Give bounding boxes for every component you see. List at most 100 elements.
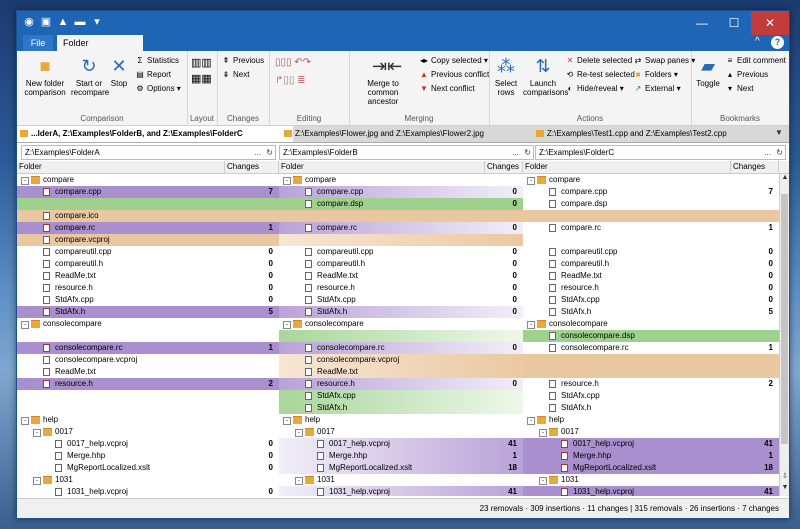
row-cell[interactable]: 0017_help.vcproj 0 [17,438,279,450]
row-cell[interactable]: consolecompare.rc 0 [279,342,523,354]
row-cell[interactable]: compare.cpp 0 [279,186,523,198]
next-bookmark-button[interactable]: ▾ Next [725,83,753,95]
next-change-button[interactable]: ⇟ Next [221,69,250,81]
swap-panes-button[interactable]: ⇄ Swap panes ▾ [633,55,696,67]
browse-b-button[interactable]: ... [512,146,519,159]
path-input-a[interactable]: Z:\Examples\FolderA ... ↻ [21,145,276,160]
row-cell[interactable]: - 0017 [279,426,523,438]
refresh-b-icon[interactable]: ↻ [524,146,531,159]
row-cell[interactable]: consolecompare.rc 1 [17,342,279,354]
options-button[interactable]: ⚙ Options ▾ [135,83,180,95]
browse-c-button[interactable]: ... [764,146,771,159]
table-row[interactable]: - 1031 - 1031 - 1031 [17,474,779,486]
table-row[interactable]: resource.h 0 resource.h 0 resource.h 0 [17,282,779,294]
collapse-toggle-icon[interactable]: - [539,477,547,485]
row-cell[interactable]: compare.cpp 7 [523,186,779,198]
vertical-scrollbar[interactable]: ▲ ⇩ ▼ [779,174,789,496]
row-cell[interactable]: - compare [523,174,779,186]
row-cell[interactable] [523,366,779,378]
row-cell[interactable]: 1031_help.vcproj 0 [17,486,279,496]
table-row[interactable]: MgReportLocalized.xslt 0 MgReportLocalized… [17,462,779,474]
table-row[interactable]: consolecompare.rc 1 consolecompare.rc 0 cons… [17,342,779,354]
collapse-toggle-icon[interactable]: - [33,429,41,437]
row-cell[interactable]: compareutil.h 0 [17,258,279,270]
table-row[interactable]: StdAfx.h StdAfx.h [17,402,779,414]
row-cell[interactable] [17,402,279,414]
table-row[interactable]: - help - help - help [17,414,779,426]
previous-change-button[interactable]: ⇞ Previous [221,55,264,67]
launch-comparisons-button[interactable]: ⇅ Launch comparisons [523,55,568,97]
minimize-button[interactable]: — [687,11,717,35]
table-row[interactable]: 1031_help.vcproj 0 1031_help.vcproj 41 1031_… [17,486,779,496]
row-cell[interactable]: 1031_help.vcproj 41 [523,486,779,496]
delete-selected-button[interactable]: ✕ Delete selected [565,55,633,67]
table-row[interactable]: - 0017 - 0017 - 0017 [17,426,779,438]
table-row[interactable]: - consolecompare - consolecompare - consoleco… [17,318,779,330]
row-cell[interactable]: StdAfx.h [523,402,779,414]
row-cell[interactable]: consolecompare.rc 1 [523,342,779,354]
row-cell[interactable]: resource.h 0 [279,378,523,390]
table-row[interactable]: compare.cpp 7 compare.cpp 0 compare.cpp 7 [17,186,779,198]
table-row[interactable]: consolecompare.vcproj consolecompare.vcpr… [17,354,779,366]
collapse-toggle-icon[interactable]: - [283,177,291,185]
col-changes-a[interactable]: Changes [225,161,279,173]
tab-folder-comparisons[interactable]: Folder comparisons [57,35,143,64]
row-cell[interactable]: compare.dsp 0 [279,198,523,210]
external-button[interactable]: ↗ External ▾ [633,83,681,95]
col-folder-b[interactable]: Folder [279,161,485,173]
row-cell[interactable]: consolecompare.vcproj [279,354,523,366]
row-cell[interactable]: consolecompare.vcproj [17,354,279,366]
row-cell[interactable]: compareutil.cpp 0 [279,246,523,258]
statistics-button[interactable]: Σ Statistics [135,55,180,67]
close-button[interactable]: ✕ [751,11,789,35]
table-row[interactable]: compare.vcproj [17,234,779,246]
row-cell[interactable]: 1031_help.vcproj 41 [279,486,523,496]
row-cell[interactable]: resource.h 0 [279,282,523,294]
copy-selected-button[interactable]: ◂▸ Copy selected ▾ [419,55,488,67]
table-row[interactable]: compareutil.cpp 0 compareutil.cpp 0 compareu… [17,246,779,258]
collapse-toggle-icon[interactable]: - [283,321,291,329]
row-cell[interactable]: compare.cpp 7 [17,186,279,198]
quick-access-dropdown-icon[interactable]: ▾ [91,16,103,28]
lock-icon[interactable]: ▲ [57,16,69,28]
row-cell[interactable]: StdAfx.cpp [523,390,779,402]
row-cell[interactable]: ReadMe.txt 0 [17,270,279,282]
folder-icon[interactable]: ▬ [74,16,86,28]
row-cell[interactable]: resource.h 0 [17,282,279,294]
row-cell[interactable]: - help [17,414,279,426]
row-cell[interactable]: compare.vcproj [17,234,279,246]
table-row[interactable]: Merge.hhp 0 Merge.hhp 1 Merge.hhp 1 [17,450,779,462]
col-folder-c[interactable]: Folder [523,161,731,173]
new-folder-comparison-button[interactable]: ■ New folder comparison [21,55,69,97]
layout-three-pane-icon[interactable]: ▦▦ [191,73,212,85]
row-cell[interactable]: StdAfx.h 5 [523,306,779,318]
table-row[interactable]: 0017_help.vcproj 0 0017_help.vcproj 41 0017_… [17,438,779,450]
table-row[interactable]: consolecompare.dsp [17,330,779,342]
collapse-toggle-icon[interactable]: - [33,477,41,485]
collapse-toggle-icon[interactable]: - [21,417,29,425]
maximize-button[interactable]: ☐ [719,11,749,35]
row-cell[interactable]: StdAfx.cpp 0 [17,294,279,306]
collapse-ribbon-icon[interactable]: ^ [755,36,760,47]
row-cell[interactable]: compareutil.cpp 0 [523,246,779,258]
row-cell[interactable] [279,234,523,246]
table-row[interactable]: compare.dsp 0 compare.dsp [17,198,779,210]
table-row[interactable]: compare.rc 1 compare.rc 0 compare.rc 1 [17,222,779,234]
row-cell[interactable]: - 0017 [17,426,279,438]
row-cell[interactable]: 0017_help.vcproj 41 [523,438,779,450]
app-icon[interactable]: ◉ [23,16,35,28]
row-cell[interactable]: resource.h 2 [17,378,279,390]
row-cell[interactable]: consolecompare.dsp [523,330,779,342]
hide-reveal-button[interactable]: ◐ Hide/reveal ▾ [565,83,624,95]
row-cell[interactable]: - help [523,414,779,426]
row-cell[interactable]: Merge.hhp 1 [523,450,779,462]
row-cell[interactable]: ReadMe.txt 0 [279,270,523,282]
row-cell[interactable]: - consolecompare [279,318,523,330]
row-cell[interactable]: StdAfx.cpp [279,390,523,402]
table-row[interactable]: compare.ico [17,210,779,222]
doc-tab-flower[interactable]: Z:\Examples\Flower.jpg and Z:\Examples\F… [281,126,545,142]
col-folder-a[interactable]: Folder [17,161,225,173]
help-icon[interactable]: ? [771,36,784,49]
row-cell[interactable] [523,234,779,246]
row-cell[interactable]: Merge.hhp 0 [17,450,279,462]
